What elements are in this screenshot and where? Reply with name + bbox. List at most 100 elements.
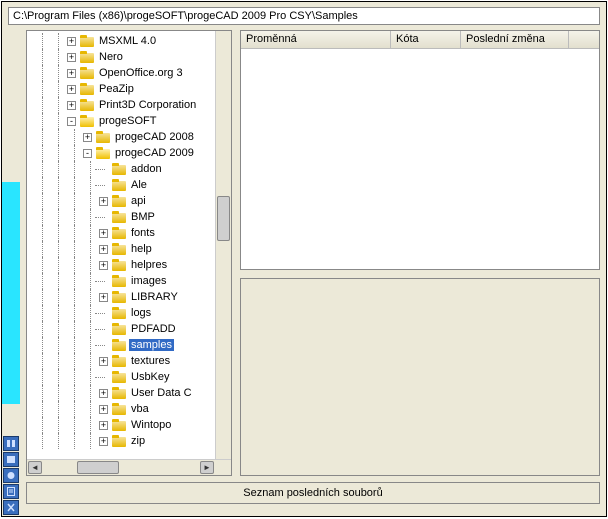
sidebar-button-record[interactable] (3, 468, 19, 483)
folder-icon (80, 83, 94, 95)
sidebar-button-stop[interactable] (3, 452, 19, 467)
tree-horizontal-scrollbar[interactable]: ◄ ► (27, 459, 231, 475)
expand-icon[interactable]: + (67, 37, 76, 46)
tree-node-label: progeSOFT (97, 115, 158, 127)
tree-node[interactable]: +LIBRARY (27, 289, 231, 305)
folder-icon (96, 131, 110, 143)
expand-icon[interactable]: + (99, 357, 108, 366)
expand-icon[interactable]: + (67, 101, 76, 110)
tree-node[interactable]: BMP (27, 209, 231, 225)
tree-node-label: addon (129, 163, 164, 175)
folder-icon (80, 99, 94, 111)
tree-node-label: Wintopo (129, 419, 173, 431)
sidebar-button-doc[interactable] (3, 484, 19, 499)
tree-node-label: Ale (129, 179, 149, 191)
folder-icon (112, 387, 126, 399)
expand-icon[interactable]: + (67, 69, 76, 78)
column-header-last-modified[interactable]: Poslední změna (461, 31, 569, 48)
tree-node[interactable]: samples (27, 337, 231, 353)
tree-node[interactable]: UsbKey (27, 369, 231, 385)
tree-connector (99, 325, 108, 334)
tree-node-label: UsbKey (129, 371, 172, 383)
list-header: Proměnná Kóta Poslední změna (241, 31, 599, 49)
tree-node[interactable]: PDFADD (27, 321, 231, 337)
tree-connector (99, 309, 108, 318)
expand-icon[interactable]: + (99, 293, 108, 302)
folder-icon (80, 67, 94, 79)
folder-icon (112, 195, 126, 207)
tree-connector (99, 277, 108, 286)
tree-node[interactable]: addon (27, 161, 231, 177)
sidebar-button-close[interactable] (3, 500, 19, 515)
expand-icon[interactable]: + (99, 229, 108, 238)
tree-node[interactable]: + progeCAD 2008 (27, 129, 231, 145)
tree-node-label: help (129, 243, 154, 255)
folder-icon (112, 435, 126, 447)
expand-icon[interactable]: + (99, 261, 108, 270)
tree-node-label: textures (129, 355, 172, 367)
tree-node[interactable]: +OpenOffice.org 3 (27, 65, 231, 81)
folder-icon (112, 291, 126, 303)
tree-node-label: zip (129, 435, 147, 447)
expand-icon[interactable]: + (99, 437, 108, 446)
expand-icon[interactable]: + (99, 405, 108, 414)
folder-icon (112, 179, 126, 191)
folder-tree[interactable]: +MSXML 4.0+Nero+OpenOffice.org 3+PeaZip+… (27, 31, 231, 449)
column-header-spacer[interactable] (569, 31, 599, 48)
folder-icon (112, 339, 126, 351)
tree-node[interactable]: + Wintopo (27, 417, 231, 433)
expand-icon[interactable]: + (99, 421, 108, 430)
tree-node[interactable]: -progeCAD 2009 (27, 145, 231, 161)
tree-node[interactable]: + User Data C (27, 385, 231, 401)
tree-vertical-scrollbar[interactable] (215, 31, 231, 459)
tree-node-label: User Data C (129, 387, 194, 399)
expand-icon[interactable]: + (99, 197, 108, 206)
tree-connector (99, 165, 108, 174)
column-header-bound[interactable]: Kóta (391, 31, 461, 48)
folder-tree-panel: +MSXML 4.0+Nero+OpenOffice.org 3+PeaZip+… (26, 30, 232, 476)
collapse-icon[interactable]: - (83, 149, 92, 158)
column-header-variable[interactable]: Proměnná (241, 31, 391, 48)
tree-node[interactable]: +helpres (27, 257, 231, 273)
folder-icon (112, 163, 126, 175)
folder-icon (80, 51, 94, 63)
collapse-icon[interactable]: - (67, 117, 76, 126)
tree-node-label: progeCAD 2008 (113, 131, 196, 143)
tree-node[interactable]: + MSXML 4.0 (27, 33, 231, 49)
scroll-thumb[interactable] (217, 196, 230, 241)
folder-open-icon (80, 115, 94, 127)
folder-icon (112, 227, 126, 239)
tree-node[interactable]: +Nero (27, 49, 231, 65)
path-bar[interactable]: C:\Program Files (x86)\progeSOFT\progeCA… (8, 7, 600, 25)
tree-node-label: api (129, 195, 148, 207)
tree-node[interactable]: + Print3D Corporation (27, 97, 231, 113)
tree-node[interactable]: + textures (27, 353, 231, 369)
tree-node[interactable]: + PeaZip (27, 81, 231, 97)
tree-node-label: PeaZip (97, 83, 136, 95)
tree-node-label: Print3D Corporation (97, 99, 198, 111)
tree-node[interactable]: logs (27, 305, 231, 321)
tree-node[interactable]: images (27, 273, 231, 289)
expand-icon[interactable]: + (83, 133, 92, 142)
scroll-right-button[interactable]: ► (200, 461, 214, 474)
tree-node[interactable]: + help (27, 241, 231, 257)
expand-icon[interactable]: + (67, 53, 76, 62)
tree-node[interactable]: +fonts (27, 225, 231, 241)
tree-node[interactable]: - progeSOFT (27, 113, 231, 129)
expand-icon[interactable]: + (99, 389, 108, 398)
recent-files-button[interactable]: Seznam posledních souborů (26, 482, 600, 504)
tree-node-label: MSXML 4.0 (97, 35, 158, 47)
tree-node-label: vba (129, 403, 151, 415)
expand-icon[interactable]: + (99, 245, 108, 254)
scroll-left-button[interactable]: ◄ (28, 461, 42, 474)
scroll-thumb[interactable] (77, 461, 119, 474)
tree-node[interactable]: + zip (27, 433, 231, 449)
expand-icon[interactable]: + (67, 85, 76, 94)
tree-node[interactable]: Ale (27, 177, 231, 193)
tree-node[interactable]: + api (27, 193, 231, 209)
sidebar-button-pause[interactable] (3, 436, 19, 451)
tree-node-label: logs (129, 307, 153, 319)
tree-connector (99, 341, 108, 350)
tree-node-label: samples (129, 339, 174, 351)
tree-node[interactable]: + vba (27, 401, 231, 417)
